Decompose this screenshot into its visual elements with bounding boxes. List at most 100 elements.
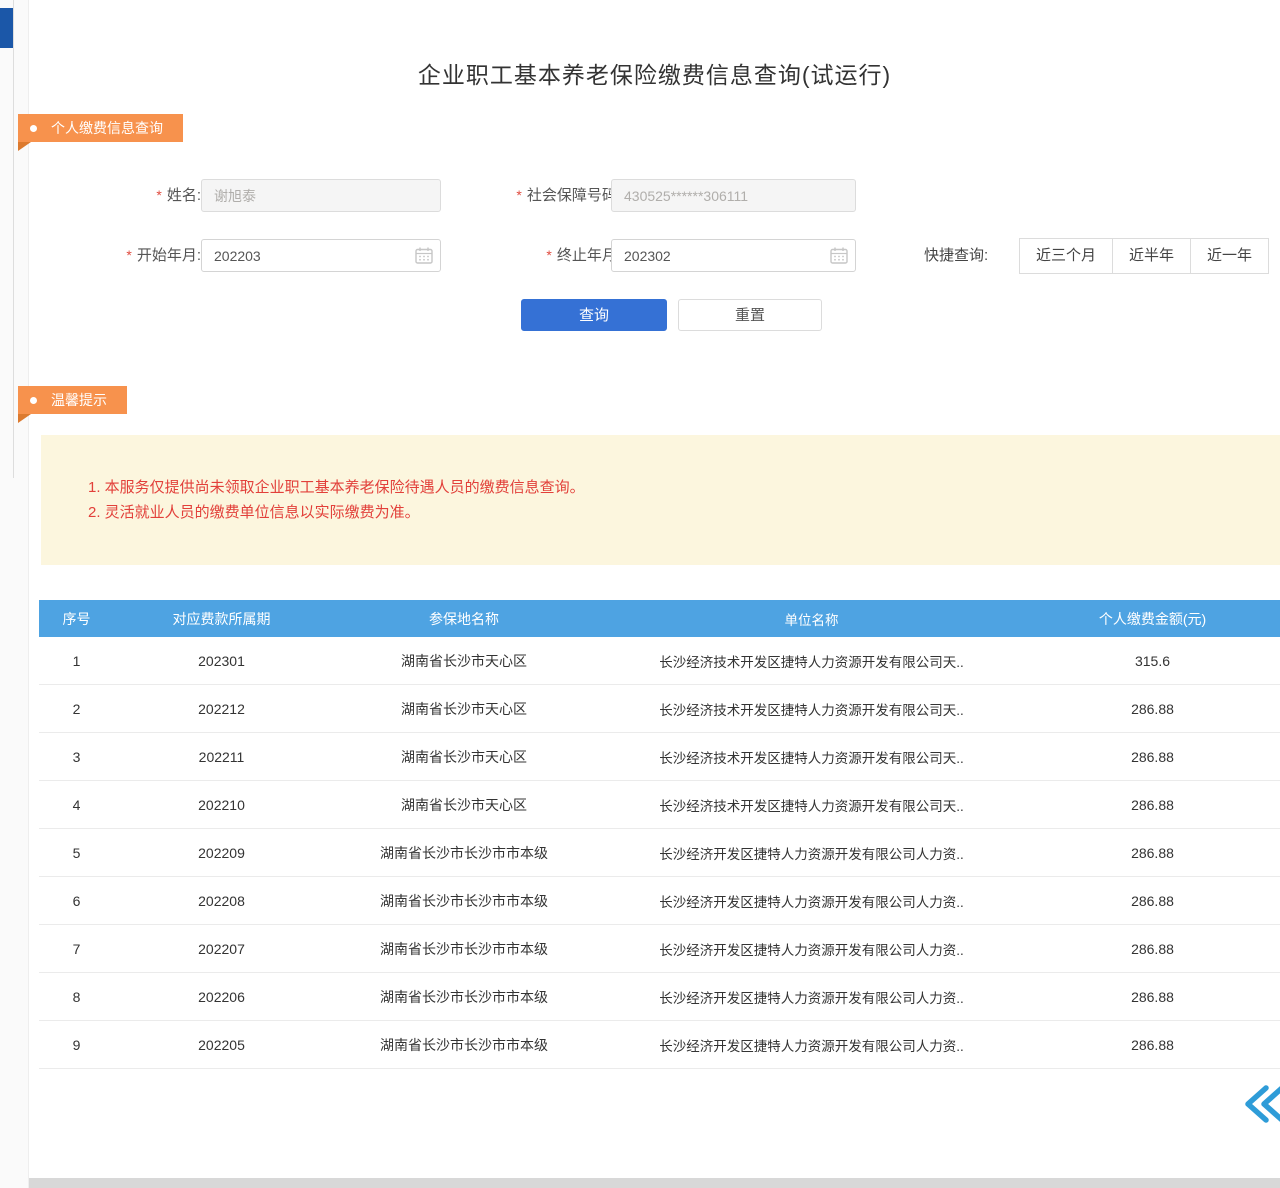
header-company: 单位名称	[599, 609, 1024, 629]
cell-company: 长沙经济开发区捷特人力资源开发有限公司人力资..	[599, 843, 1024, 863]
cell-amount: 286.88	[1024, 749, 1280, 765]
header-period: 对应费款所属期	[114, 609, 329, 629]
tips-line: 1. 本服务仅提供尚未领取企业职工基本养老保险待遇人员的缴费信息查询。	[88, 475, 585, 500]
results-table: 序号 对应费款所属期 参保地名称 单位名称 个人缴费金额(元) 1202301湖…	[39, 600, 1280, 1069]
query-button[interactable]: 查询	[521, 299, 667, 331]
quick-query-group: 近三个月 近半年 近一年	[1019, 238, 1269, 274]
table-header-row: 序号 对应费款所属期 参保地名称 单位名称 个人缴费金额(元)	[39, 600, 1280, 637]
cell-no: 3	[39, 749, 114, 765]
cell-company: 长沙经济开发区捷特人力资源开发有限公司人力资..	[599, 1035, 1024, 1055]
cell-company: 长沙经济技术开发区捷特人力资源开发有限公司天..	[599, 795, 1024, 815]
reset-button[interactable]: 重置	[678, 299, 822, 331]
calendar-icon[interactable]	[830, 247, 848, 264]
sidebar-edge-marker	[0, 8, 13, 48]
required-asterisk: *	[156, 187, 161, 203]
quick-btn-half-year[interactable]: 近半年	[1112, 238, 1191, 274]
table-row: 7202207湖南省长沙市长沙市市本级长沙经济开发区捷特人力资源开发有限公司人力…	[39, 925, 1280, 973]
name-label: *姓名:	[89, 179, 201, 211]
ribbon-fold	[18, 142, 31, 151]
tips-box: 1. 本服务仅提供尚未领取企业职工基本养老保险待遇人员的缴费信息查询。 2. 灵…	[41, 435, 1280, 565]
cell-company: 长沙经济开发区捷特人力资源开发有限公司人力资..	[599, 987, 1024, 1007]
end-month-field[interactable]	[611, 239, 856, 272]
end-month-label: *终止年月:	[489, 239, 621, 271]
table-row: 4202210湖南省长沙市天心区长沙经济技术开发区捷特人力资源开发有限公司天..…	[39, 781, 1280, 829]
calendar-icon[interactable]	[415, 247, 433, 264]
cell-period: 202211	[114, 749, 329, 765]
required-asterisk: *	[126, 247, 131, 263]
ssn-field	[611, 179, 856, 212]
cell-company: 长沙经济技术开发区捷特人力资源开发有限公司天..	[599, 699, 1024, 719]
name-field	[201, 179, 441, 212]
table-row: 8202206湖南省长沙市长沙市市本级长沙经济开发区捷特人力资源开发有限公司人力…	[39, 973, 1280, 1021]
cell-area: 湖南省长沙市长沙市市本级	[329, 987, 599, 1007]
page-title: 企业职工基本养老保险缴费信息查询(试运行)	[29, 56, 1280, 90]
cell-no: 9	[39, 1037, 114, 1053]
main-panel: 企业职工基本养老保险缴费信息查询(试运行) 1. 本服务仅提供尚未领取企业职工基…	[28, 0, 1280, 1188]
section-tag-label: 个人缴费信息查询	[51, 114, 163, 142]
cell-period: 202301	[114, 653, 329, 669]
ssn-label: *社会保障号码:	[449, 179, 621, 211]
cell-period: 202209	[114, 845, 329, 861]
cell-company: 长沙经济开发区捷特人力资源开发有限公司人力资..	[599, 891, 1024, 911]
section-tag-tips: 温馨提示	[18, 386, 127, 414]
start-month-label: *开始年月:	[81, 239, 201, 271]
collapse-double-chevron-icon[interactable]	[1240, 1082, 1280, 1126]
table-row: 5202209湖南省长沙市长沙市市本级长沙经济开发区捷特人力资源开发有限公司人力…	[39, 829, 1280, 877]
cell-amount: 286.88	[1024, 797, 1280, 813]
cell-area: 湖南省长沙市天心区	[329, 651, 599, 671]
cell-company: 长沙经济技术开发区捷特人力资源开发有限公司天..	[599, 747, 1024, 767]
table-row: 3202211湖南省长沙市天心区长沙经济技术开发区捷特人力资源开发有限公司天..…	[39, 733, 1280, 781]
cell-area: 湖南省长沙市长沙市市本级	[329, 891, 599, 911]
cell-company: 长沙经济开发区捷特人力资源开发有限公司人力资..	[599, 939, 1024, 959]
header-area: 参保地名称	[329, 609, 599, 629]
required-asterisk: *	[516, 187, 521, 203]
start-month-field[interactable]	[201, 239, 441, 272]
cell-amount: 315.6	[1024, 653, 1280, 669]
bullet-dot-icon	[30, 125, 37, 132]
start-month-wrap	[201, 239, 441, 272]
cell-no: 4	[39, 797, 114, 813]
rail-divider	[13, 0, 14, 478]
bottom-strip	[29, 1178, 1280, 1188]
quick-btn-one-year[interactable]: 近一年	[1190, 238, 1269, 274]
table-row: 1202301湖南省长沙市天心区长沙经济技术开发区捷特人力资源开发有限公司天..…	[39, 637, 1280, 685]
cell-period: 202208	[114, 893, 329, 909]
cell-period: 202210	[114, 797, 329, 813]
section-tag-personal-payment-query: 个人缴费信息查询	[18, 114, 183, 142]
header-amount: 个人缴费金额(元)	[1024, 609, 1280, 629]
cell-no: 2	[39, 701, 114, 717]
cell-period: 202212	[114, 701, 329, 717]
cell-area: 湖南省长沙市天心区	[329, 795, 599, 815]
table-row: 6202208湖南省长沙市长沙市市本级长沙经济开发区捷特人力资源开发有限公司人力…	[39, 877, 1280, 925]
cell-area: 湖南省长沙市天心区	[329, 747, 599, 767]
cell-amount: 286.88	[1024, 989, 1280, 1005]
quick-query-label: 快捷查询:	[924, 240, 1014, 272]
cell-amount: 286.88	[1024, 893, 1280, 909]
cell-period: 202205	[114, 1037, 329, 1053]
table-body: 1202301湖南省长沙市天心区长沙经济技术开发区捷特人力资源开发有限公司天..…	[39, 637, 1280, 1069]
bullet-dot-icon	[30, 397, 37, 404]
cell-amount: 286.88	[1024, 701, 1280, 717]
cell-area: 湖南省长沙市长沙市市本级	[329, 843, 599, 863]
end-month-wrap	[611, 239, 856, 272]
table-row: 2202212湖南省长沙市天心区长沙经济技术开发区捷特人力资源开发有限公司天..…	[39, 685, 1280, 733]
cell-period: 202207	[114, 941, 329, 957]
cell-no: 5	[39, 845, 114, 861]
cell-amount: 286.88	[1024, 1037, 1280, 1053]
cell-amount: 286.88	[1024, 941, 1280, 957]
cell-area: 湖南省长沙市长沙市市本级	[329, 939, 599, 959]
cell-area: 湖南省长沙市长沙市市本级	[329, 1035, 599, 1055]
cell-no: 8	[39, 989, 114, 1005]
cell-company: 长沙经济技术开发区捷特人力资源开发有限公司天..	[599, 651, 1024, 671]
cell-no: 6	[39, 893, 114, 909]
table-row: 9202205湖南省长沙市长沙市市本级长沙经济开发区捷特人力资源开发有限公司人力…	[39, 1021, 1280, 1069]
cell-amount: 286.88	[1024, 845, 1280, 861]
cell-no: 7	[39, 941, 114, 957]
quick-btn-three-months[interactable]: 近三个月	[1019, 238, 1113, 274]
tips-line: 2. 灵活就业人员的缴费单位信息以实际缴费为准。	[88, 500, 420, 525]
header-no: 序号	[39, 609, 114, 629]
required-asterisk: *	[546, 247, 551, 263]
cell-area: 湖南省长沙市天心区	[329, 699, 599, 719]
ribbon-fold	[18, 414, 31, 423]
left-rail	[0, 0, 28, 1188]
